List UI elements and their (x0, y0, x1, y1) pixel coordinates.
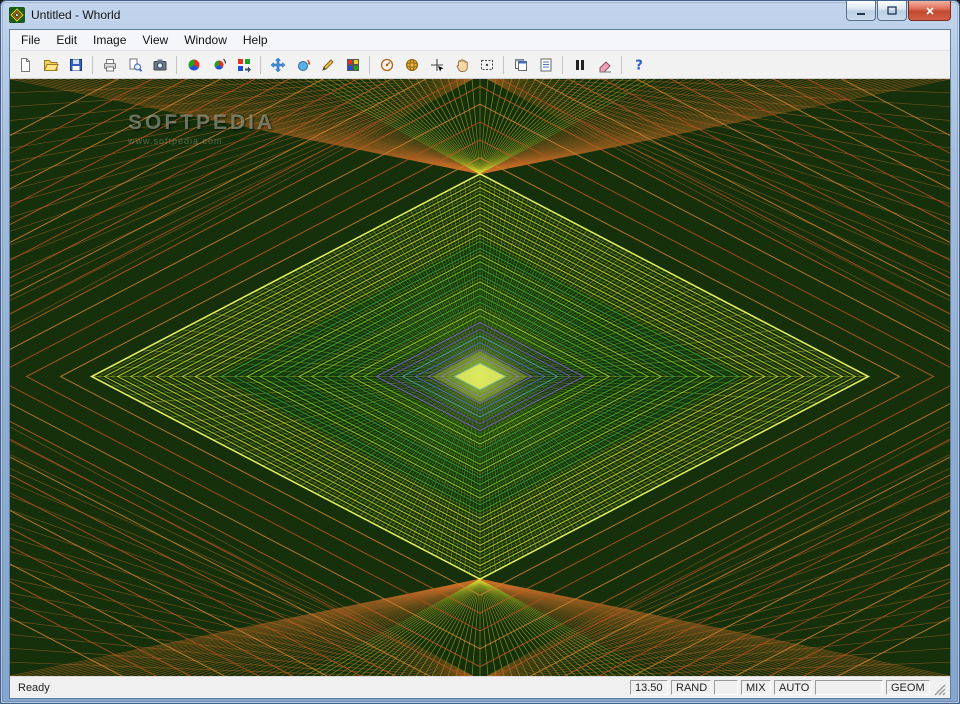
print-preview-icon (129, 58, 142, 72)
menu-item-window[interactable]: Window (176, 31, 235, 49)
globe-mode-icon (405, 58, 418, 71)
menu-item-edit[interactable]: Edit (48, 31, 85, 49)
clear-canvas-button[interactable] (593, 53, 616, 76)
maximize-button[interactable] (877, 1, 907, 21)
maximize-icon (887, 5, 897, 15)
color-palette-icon (188, 59, 199, 70)
hand-drag-icon (456, 58, 468, 72)
toolbar-separator (562, 55, 563, 74)
minimize-button[interactable] (846, 1, 876, 21)
random-colors-icon (346, 58, 359, 71)
apply-palette-button[interactable] (232, 53, 255, 76)
draw-mode-button[interactable] (316, 53, 339, 76)
toolbar-separator (621, 55, 622, 74)
help-icon: ? (635, 58, 643, 73)
status-field-mix: MIX (741, 680, 771, 695)
globe-mode-button[interactable] (400, 53, 423, 76)
status-message: Ready (18, 681, 50, 694)
rotate-canvas-icon (297, 58, 310, 71)
toolbar-separator (503, 55, 504, 74)
toolbar-separator (92, 55, 93, 74)
save-file-icon (69, 58, 82, 71)
snapshot-button[interactable] (148, 53, 171, 76)
menu-item-image[interactable]: Image (85, 31, 134, 49)
close-button[interactable] (908, 1, 951, 21)
apply-palette-icon (237, 58, 251, 72)
help-button[interactable]: ? (627, 53, 650, 76)
rotate-canvas-button[interactable] (291, 53, 314, 76)
print-button[interactable] (98, 53, 121, 76)
menu-bar: File Edit Image View Window Help (10, 30, 950, 50)
drawing-canvas[interactable]: SOFTPEDIA www.softpedia.com (10, 79, 950, 676)
color-palette-button[interactable] (182, 53, 205, 76)
window-controls (845, 1, 951, 21)
menu-item-file[interactable]: File (13, 31, 48, 49)
window-title: Untitled - Whorld (31, 8, 121, 22)
zoom-select-icon (480, 59, 493, 70)
client-area: File Edit Image View Window Help ? SOFTPEDIA … (9, 29, 951, 699)
target-cursor-button[interactable] (425, 53, 448, 76)
pause-playback-button[interactable] (568, 53, 591, 76)
set-origin-button[interactable] (375, 53, 398, 76)
snapshot-icon (153, 59, 166, 70)
menu-item-view[interactable]: View (134, 31, 176, 49)
open-file-icon (43, 59, 59, 71)
draw-mode-icon (321, 58, 334, 71)
clear-canvas-icon (599, 60, 611, 73)
zoom-select-button[interactable] (475, 53, 498, 76)
new-document-icon (20, 57, 30, 72)
toolbar-separator (369, 55, 370, 74)
target-cursor-icon (430, 58, 443, 71)
toolbar: ? (10, 50, 950, 79)
toolbar-separator (176, 55, 177, 74)
rotate-hues-button[interactable] (207, 53, 230, 76)
view-details-icon (540, 58, 551, 71)
status-field-13-50: 13.50 (630, 680, 668, 695)
app-window: Untitled - Whorld File Edit Image View Windo… (0, 0, 960, 704)
resize-grip[interactable] (933, 683, 947, 697)
print-preview-button[interactable] (123, 53, 146, 76)
pan-view-icon (270, 57, 285, 72)
print-icon (103, 58, 116, 71)
cascade-windows-icon (514, 58, 527, 71)
menu-item-help[interactable]: Help (235, 31, 276, 49)
pan-view-button[interactable] (266, 53, 289, 76)
status-field-geom: GEOM (886, 680, 930, 695)
cascade-windows-button[interactable] (509, 53, 532, 76)
rotate-hues-icon (213, 58, 226, 70)
app-icon (9, 7, 25, 23)
svg-text:?: ? (635, 58, 643, 73)
set-origin-icon (380, 58, 393, 71)
new-document-button[interactable] (14, 53, 37, 76)
hand-drag-button[interactable] (450, 53, 473, 76)
status-bar: Ready 13.50 RAND MIX AUTO GEOM (10, 676, 950, 698)
status-field-rand: RAND (671, 680, 711, 695)
status-field-blank-5 (815, 680, 883, 695)
toolbar-separator (260, 55, 261, 74)
status-field-auto: AUTO (774, 680, 812, 695)
whorl-art (10, 79, 950, 676)
save-file-button[interactable] (64, 53, 87, 76)
close-icon (925, 6, 934, 15)
random-colors-button[interactable] (341, 53, 364, 76)
minimize-icon (857, 12, 865, 15)
view-details-button[interactable] (534, 53, 557, 76)
resize-grip-icon (934, 684, 946, 695)
status-field-blank-2 (714, 680, 738, 695)
open-file-button[interactable] (39, 53, 62, 76)
title-bar[interactable]: Untitled - Whorld (1, 1, 959, 29)
pause-playback-icon (575, 59, 584, 70)
